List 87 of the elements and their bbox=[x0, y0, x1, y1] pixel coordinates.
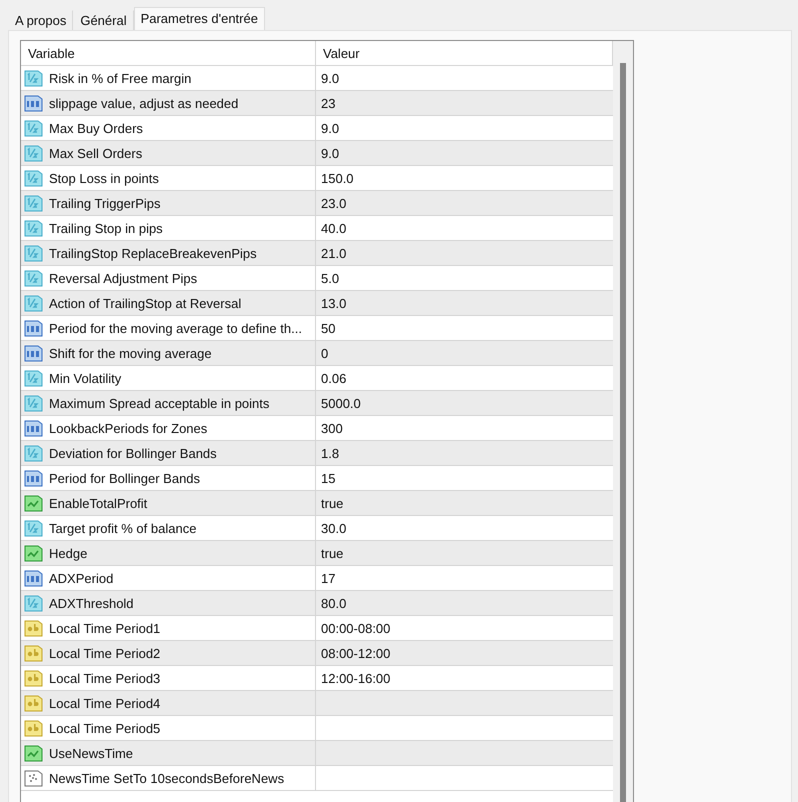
table-cell: Reversal Adjustment Pips bbox=[49, 270, 198, 286]
table-cell: ADXThreshold bbox=[49, 596, 134, 610]
tag-icon bbox=[24, 294, 43, 312]
tag-icon bbox=[24, 444, 43, 462]
table-cell: 08:00-12:00 bbox=[321, 646, 390, 660]
tag-icon bbox=[24, 768, 43, 788]
table-cell: 9.0 bbox=[321, 70, 340, 86]
tag-icon bbox=[24, 394, 43, 412]
table-cell: 00:00-08:00 bbox=[321, 620, 390, 636]
tag-icon bbox=[24, 368, 43, 388]
table-cell: NewsTime SetTo 10secondsBeforeNews bbox=[49, 770, 284, 786]
table-cell: Max Sell Orders bbox=[49, 146, 142, 160]
table-cell: 0.06 bbox=[321, 370, 346, 386]
tag-icon bbox=[24, 168, 43, 188]
tag-icon bbox=[24, 518, 43, 538]
tag-icon bbox=[24, 318, 43, 338]
tag-icon bbox=[24, 644, 43, 662]
table-cell: LookbackPeriods for Zones bbox=[49, 420, 208, 436]
table-cell: 9.0 bbox=[321, 120, 340, 136]
table-cell: true bbox=[321, 496, 344, 510]
tag-icon bbox=[24, 344, 43, 362]
table-cell: 300 bbox=[321, 420, 343, 436]
table-cell: Stop Loss in points bbox=[49, 170, 159, 186]
table-cell: EnableTotalProfit bbox=[49, 496, 148, 510]
scroll-thumb[interactable] bbox=[620, 63, 626, 802]
table-cell: Maximum Spread acceptable in points bbox=[49, 396, 270, 410]
tag-icon bbox=[24, 544, 43, 562]
table-cell: 13.0 bbox=[321, 296, 346, 310]
table-cell: 21.0 bbox=[321, 246, 346, 260]
tag-icon bbox=[24, 668, 43, 688]
column-header[interactable]: Variable bbox=[21, 41, 316, 65]
table-cell: Local Time Period3 bbox=[49, 670, 160, 686]
table-cell: slippage value, adjust as needed bbox=[49, 96, 238, 110]
table-cell: true bbox=[321, 546, 344, 560]
tag-icon bbox=[24, 94, 43, 112]
tag-icon bbox=[24, 144, 43, 162]
table-cell: 17 bbox=[321, 570, 336, 586]
tag-icon bbox=[24, 494, 43, 512]
tag-icon bbox=[24, 194, 43, 212]
tag-icon bbox=[24, 244, 43, 262]
tag-icon bbox=[24, 68, 43, 88]
table-cell: 5.0 bbox=[321, 270, 340, 286]
tag-icon bbox=[24, 718, 43, 738]
tag-icon bbox=[24, 618, 43, 638]
table-cell: 23 bbox=[321, 96, 336, 110]
table-cell: Period for Bollinger Bands bbox=[49, 470, 200, 486]
tab[interactable]: Parametres d'entrée bbox=[134, 7, 265, 30]
table-cell: Period for the moving average to define th... bbox=[49, 320, 302, 336]
table-cell: Deviation for Bollinger Bands bbox=[49, 446, 217, 460]
table-cell: 150.0 bbox=[321, 170, 354, 186]
tag-icon bbox=[24, 218, 43, 238]
table-cell: Max Buy Orders bbox=[49, 120, 143, 136]
table-cell: Target profit % of balance bbox=[49, 520, 196, 536]
table-cell: 12:00-16:00 bbox=[321, 670, 390, 686]
table-cell: Hedge bbox=[49, 546, 88, 560]
tag-icon bbox=[24, 418, 43, 438]
table-cell: Trailing Stop in pips bbox=[49, 220, 163, 236]
tag-icon bbox=[24, 694, 43, 712]
table-cell: Min Volatility bbox=[49, 370, 122, 386]
table-cell: Local Time Period4 bbox=[49, 696, 160, 710]
scrollbar[interactable] bbox=[613, 41, 633, 802]
table-cell: ADXPeriod bbox=[49, 570, 114, 586]
table-cell: Action of TrailingStop at Reversal bbox=[49, 296, 242, 310]
table-cell: 40.0 bbox=[321, 220, 346, 236]
table-cell: 50 bbox=[321, 320, 336, 336]
table-cell: Risk in % of Free margin bbox=[49, 70, 192, 86]
table-cell: Local Time Period1 bbox=[49, 620, 160, 636]
table-cell: 0 bbox=[321, 346, 328, 360]
table-cell: TrailingStop ReplaceBreakevenPips bbox=[49, 246, 257, 260]
table-cell: 23.0 bbox=[321, 196, 346, 210]
tag-icon bbox=[24, 568, 43, 588]
table-cell: Local Time Period2 bbox=[49, 646, 160, 660]
table-cell: 9.0 bbox=[321, 146, 340, 160]
table-cell: 80.0 bbox=[321, 596, 346, 610]
tag-icon bbox=[24, 118, 43, 138]
tag-icon bbox=[24, 594, 43, 612]
tag-icon bbox=[24, 268, 43, 288]
table-cell: Trailing TriggerPips bbox=[49, 196, 161, 210]
table-cell: UseNewsTime bbox=[49, 746, 134, 760]
table-cell: 15 bbox=[321, 470, 336, 486]
table-cell: 5000.0 bbox=[321, 396, 361, 410]
table-cell: 30.0 bbox=[321, 520, 346, 536]
tag-icon bbox=[24, 468, 43, 488]
table-cell: Shift for the moving average bbox=[49, 346, 212, 360]
table-cell: 1.8 bbox=[321, 446, 340, 460]
table-cell: Local Time Period5 bbox=[49, 720, 160, 736]
tag-icon bbox=[24, 744, 43, 762]
